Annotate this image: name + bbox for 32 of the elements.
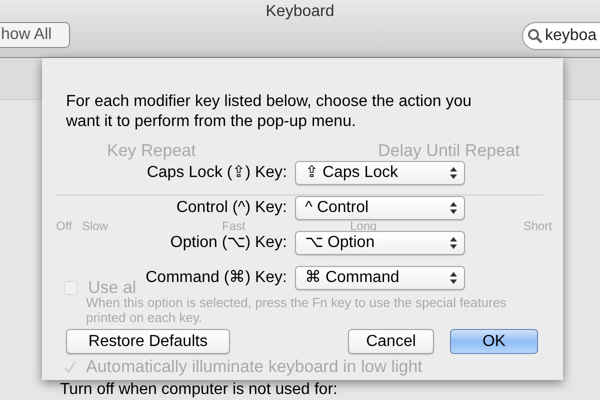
updown-arrows-icon [450, 167, 457, 179]
modifier-key-label: Caps Lock (⇪) Key: [146, 163, 287, 183]
modifier-key-label: Control (^) Key: [176, 198, 287, 218]
slider-tick-label: Off [56, 218, 72, 235]
checkbox-label: Automatically illuminate keyboard in low light [86, 356, 422, 378]
popup-menu[interactable]: ⌥ Option [295, 231, 465, 255]
section-heading: Delay Until Repeat [378, 140, 520, 162]
updown-arrows-icon [450, 272, 457, 284]
popup-menu[interactable]: ^ Control [295, 196, 465, 220]
window-title: Keyboard [264, 2, 336, 22]
popup-menu[interactable]: ⌘ Command [295, 266, 465, 290]
slider-tick-label: Short [523, 218, 552, 235]
slider-tick-label: Slow [82, 218, 108, 235]
search-field[interactable]: keyboa [522, 22, 600, 50]
ok-button[interactable]: OK [450, 329, 538, 354]
dialog-button[interactable]: Cancel [348, 329, 434, 354]
modifier-key-label: Option (⌥) Key: [170, 233, 287, 253]
footer-text: Turn off when computer is not used for: [60, 381, 338, 399]
dialog-message: For each modifier key listed below, choose the action you want it to perform from the pop-up menu. [66, 92, 473, 132]
updown-arrows-icon [450, 237, 457, 249]
modifier-key-label: Command (⌘) Key: [146, 268, 287, 288]
popup-menu[interactable]: ⇪ Caps Lock [295, 161, 465, 185]
checkbox[interactable] [64, 280, 78, 295]
section-heading: Key Repeat [107, 140, 196, 162]
option-note: When this option is selected, press the Fn key to use the special features printed on each key. [86, 295, 508, 325]
slider-tick-label: Fast [222, 218, 246, 235]
updown-arrows-icon [450, 202, 457, 214]
checkbox[interactable] [62, 358, 78, 375]
search-icon [527, 28, 543, 44]
show-all-button[interactable]: how All [0, 22, 70, 48]
checkbox-label: Use al [88, 277, 136, 298]
dialog-button[interactable]: Restore Defaults [66, 329, 230, 354]
